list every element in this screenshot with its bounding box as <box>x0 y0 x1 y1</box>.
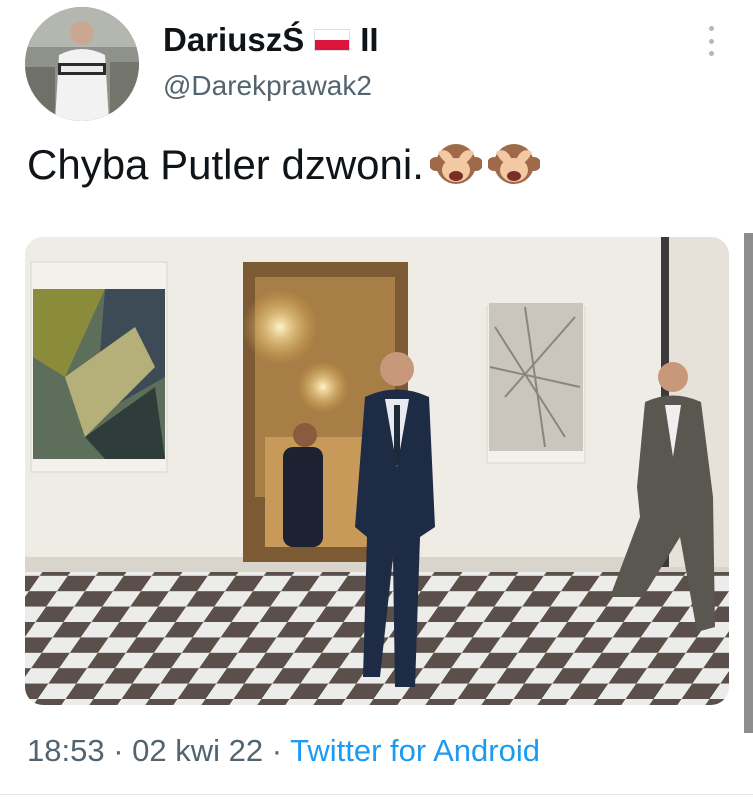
tweet-body: Chyba Putler dzwoni. <box>27 141 424 188</box>
photo-scene <box>25 237 729 705</box>
tweet-photo[interactable] <box>25 237 729 705</box>
see-no-evil-monkey-icon <box>487 144 540 184</box>
meta-separator: · <box>104 733 133 768</box>
tweet-meta: 18:53 · 02 kwi 22 · Twitter for Android <box>27 733 540 769</box>
see-no-evil-monkey-icon <box>429 144 482 184</box>
tweet-text: Chyba Putler dzwoni. <box>27 140 540 190</box>
tweet-date[interactable]: 02 kwi 22 <box>132 733 263 768</box>
avatar[interactable] <box>25 7 139 121</box>
more-options-icon[interactable] <box>700 26 722 56</box>
tweet-source-link[interactable]: Twitter for Android <box>290 733 540 768</box>
avatar-photo <box>25 7 139 121</box>
display-name: DariuszŚ <box>163 21 305 58</box>
scrollbar[interactable] <box>744 233 753 733</box>
display-name-row[interactable]: DariuszŚ II <box>163 18 379 62</box>
tweet-time[interactable]: 18:53 <box>27 733 105 768</box>
display-name-suffix: II <box>360 21 379 58</box>
user-handle[interactable]: @Darekprawak2 <box>163 70 372 102</box>
meta-separator: · <box>263 733 291 768</box>
divider <box>0 794 753 795</box>
poland-flag-icon <box>314 29 351 51</box>
